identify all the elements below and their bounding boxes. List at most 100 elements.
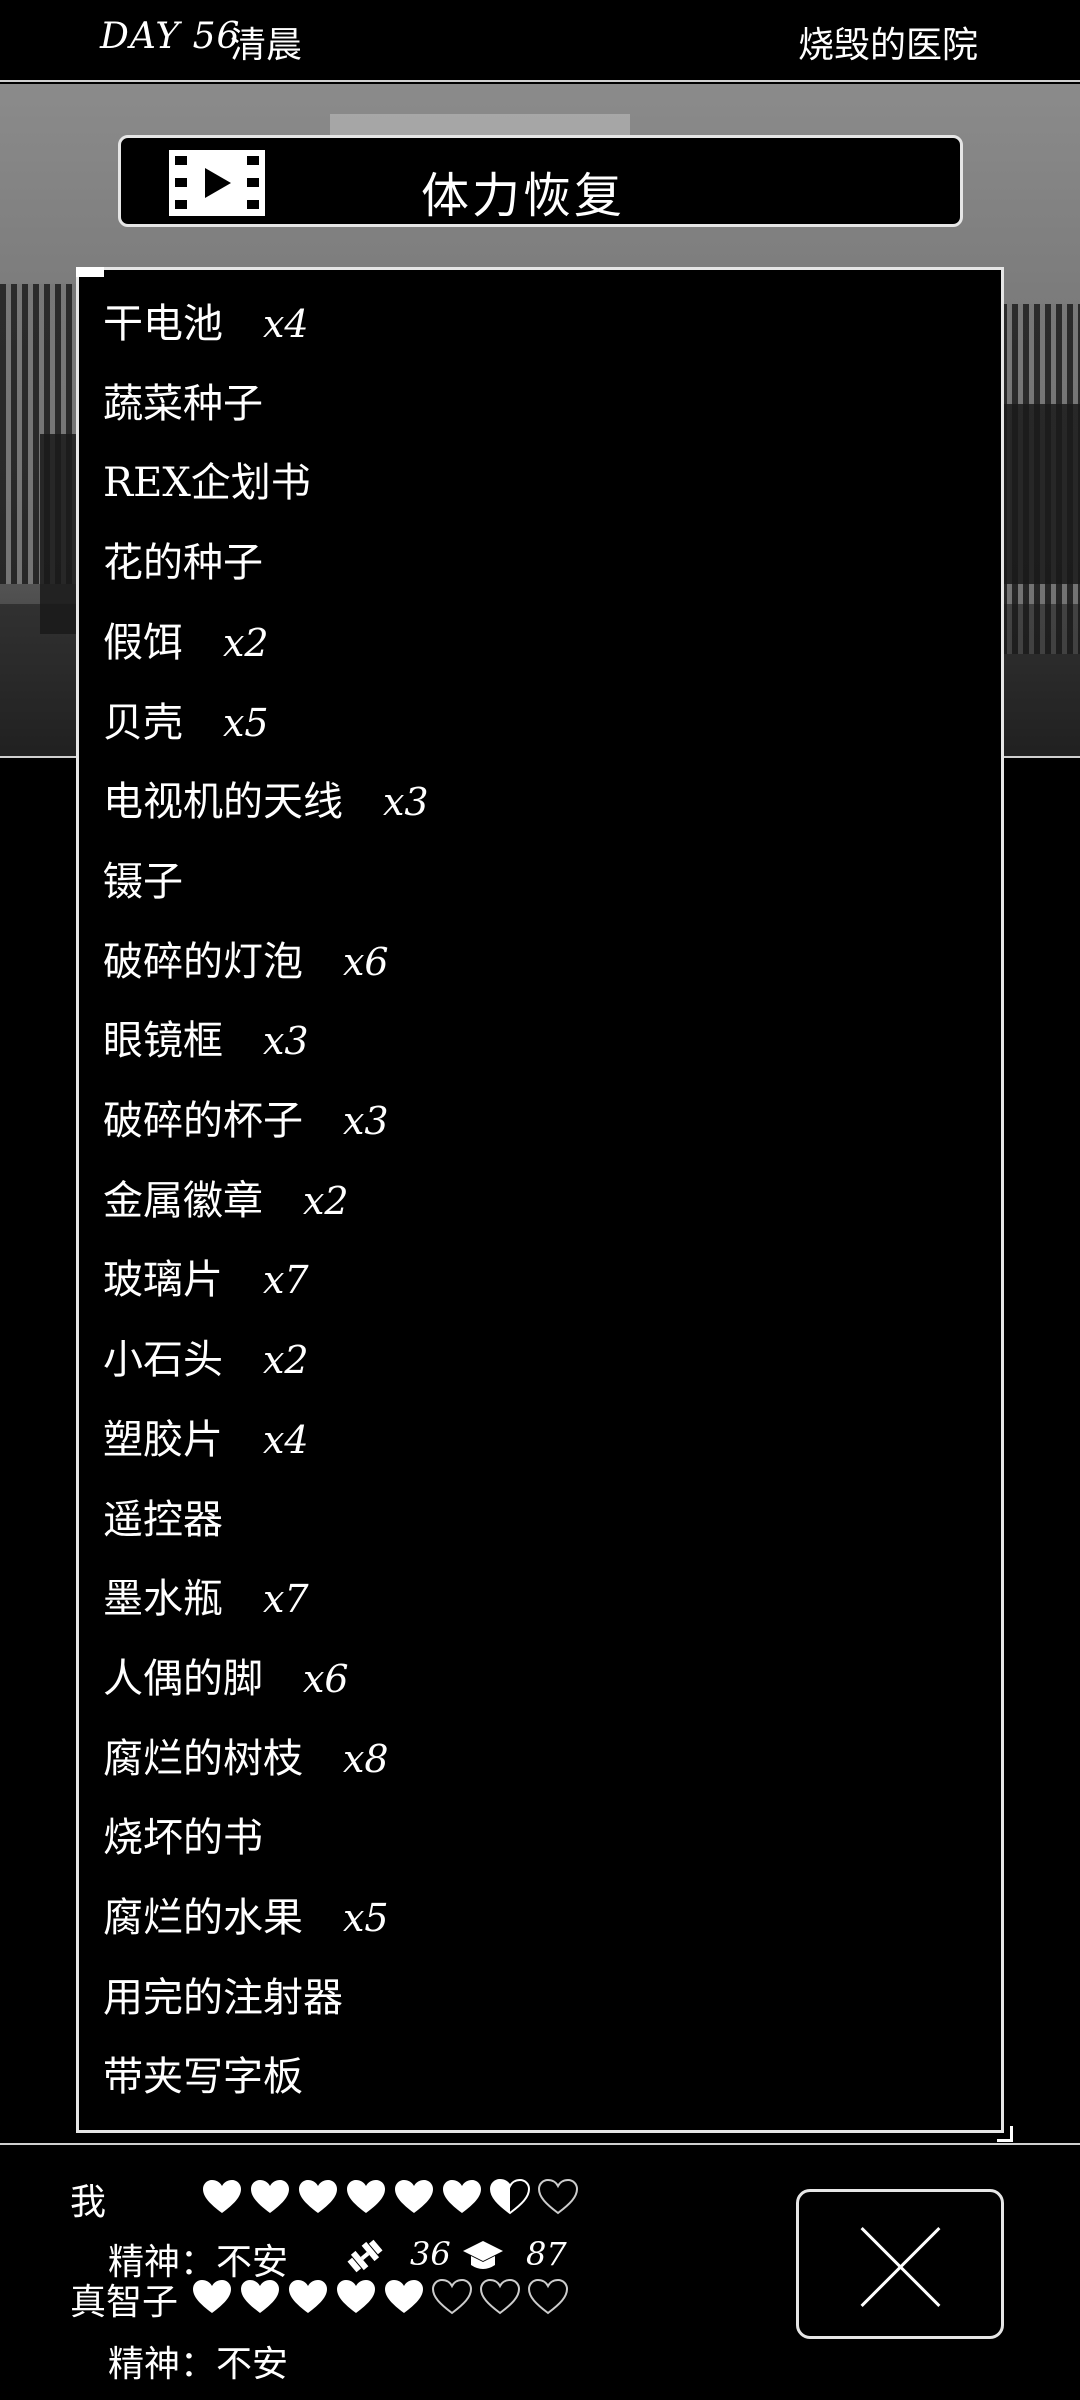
item-quantity: x8 xyxy=(343,1736,389,1781)
item-name: 人偶的脚 xyxy=(103,1655,263,1702)
list-item[interactable]: 小石头 x2 xyxy=(103,1330,309,1390)
item-name: 蔬菜种子 xyxy=(103,380,263,427)
heart-icon xyxy=(395,2180,433,2213)
item-quantity: x7 xyxy=(263,1577,309,1622)
item-quantity: x7 xyxy=(263,1258,309,1303)
item-name: 墨水瓶 xyxy=(103,1576,223,1623)
panel-corner-decoration xyxy=(76,267,104,277)
companion-name: 真智子 xyxy=(70,2282,179,2323)
intellect-value: 87 xyxy=(526,2235,567,2273)
list-item[interactable]: 腐烂的树枝 x8 xyxy=(103,1729,389,1789)
item-name: 腐烂的树枝 xyxy=(103,1735,303,1782)
item-name: 小石头 xyxy=(103,1337,223,1384)
item-quantity: x2 xyxy=(303,1178,349,1223)
list-item[interactable]: 玻璃片 x7 xyxy=(103,1250,309,1310)
graduation-cap-icon xyxy=(463,2241,503,2269)
companion-health-hearts xyxy=(192,2279,568,2319)
list-item[interactable]: 遥控器 xyxy=(103,1490,223,1550)
item-name: 塑胶片 xyxy=(103,1416,223,1463)
strength-value: 36 xyxy=(410,2235,451,2273)
dumbbell-icon xyxy=(347,2239,383,2273)
item-name: 眼镜框 xyxy=(103,1018,223,1065)
item-list-panel: 干电池 x4 蔬菜种子 REX企划书 花的种子 假饵 x2 贝壳 x5 电视机的天线 x3 镊子 破碎的… xyxy=(76,267,1013,2142)
day-counter: DAY 56 xyxy=(100,16,241,57)
heart-icon xyxy=(432,2279,472,2315)
list-item[interactable]: 金属徽章 x2 xyxy=(103,1171,349,1231)
item-name: 破碎的灯泡 xyxy=(103,938,303,985)
list-item[interactable]: 贝壳 x5 xyxy=(103,693,269,753)
list-item[interactable]: 蔬菜种子 xyxy=(103,374,263,434)
item-quantity: x3 xyxy=(343,1099,389,1143)
item-name: 花的种子 xyxy=(103,540,263,587)
location-name: 烧毁的医院 xyxy=(797,25,978,66)
item-name: 烧坏的书 xyxy=(103,1815,263,1862)
list-item[interactable]: 用完的注射器 xyxy=(103,1968,343,2028)
item-name: REX企划书 xyxy=(103,460,311,507)
video-play-icon[interactable] xyxy=(169,150,265,216)
item-name: 金属徽章 xyxy=(103,1177,263,1224)
top-bar: DAY 56 清晨 烧毁的医院 xyxy=(0,0,1080,82)
item-name: 电视机的天线 xyxy=(103,779,343,826)
panel-title: 体力恢复 xyxy=(421,168,626,224)
heart-icon xyxy=(203,2180,241,2213)
list-item[interactable]: 电视机的天线 x3 xyxy=(103,772,429,832)
companion-mind-label: 精神： xyxy=(108,2344,217,2385)
item-quantity: x3 xyxy=(263,1019,309,1064)
item-quantity: x6 xyxy=(343,939,389,984)
list-item[interactable]: 人偶的脚 x6 xyxy=(103,1649,349,1709)
item-name: 贝壳 xyxy=(103,699,183,746)
item-quantity: x6 xyxy=(303,1656,349,1701)
heart-icon xyxy=(538,2179,578,2215)
item-name: 破碎的杯子 xyxy=(103,1098,303,1144)
item-name: 腐烂的水果 xyxy=(103,1895,303,1941)
list-item[interactable]: 干电池 x4 xyxy=(103,294,309,354)
list-item[interactable]: REX企划书 xyxy=(103,453,311,513)
item-quantity: x2 xyxy=(223,620,269,665)
item-name: 镊子 xyxy=(103,858,183,905)
status-bar: 我 精神： 不安 36 87 真智子 精神： 不安 xyxy=(0,2143,1080,2400)
list-item[interactable]: 带夹写字板 xyxy=(103,2047,303,2107)
companion-mind-value: 不安 xyxy=(216,2344,289,2385)
item-name: 干电池 xyxy=(103,301,223,347)
list-item[interactable]: 破碎的灯泡 x6 xyxy=(103,932,389,992)
list-item[interactable]: 腐烂的水果 x5 xyxy=(103,1888,389,1948)
list-item[interactable]: 塑胶片 x4 xyxy=(103,1410,309,1470)
heart-icon xyxy=(193,2280,231,2313)
heart-icon xyxy=(480,2279,520,2315)
player-name: 我 xyxy=(70,2182,107,2223)
heart-icon xyxy=(251,2180,289,2213)
list-item[interactable]: 破碎的杯子 x3 xyxy=(103,1091,389,1151)
title-bar: 体力恢复 xyxy=(118,135,963,227)
heart-icon xyxy=(443,2180,481,2213)
heart-icon xyxy=(385,2280,423,2313)
item-quantity: x3 xyxy=(383,780,429,825)
list-item[interactable]: 烧坏的书 xyxy=(103,1808,263,1868)
item-quantity: x5 xyxy=(343,1896,389,1940)
heart-icon xyxy=(490,2179,530,2215)
list-item[interactable]: 镊子 xyxy=(103,852,183,912)
heart-icon xyxy=(241,2280,279,2313)
player-mind-value: 不安 xyxy=(216,2242,289,2283)
item-quantity: x4 xyxy=(263,302,309,346)
heart-icon xyxy=(528,2279,568,2315)
item-quantity: x2 xyxy=(263,1338,309,1383)
heart-icon xyxy=(299,2180,337,2213)
item-name: 假饵 xyxy=(103,619,183,666)
list-item[interactable]: 墨水瓶 x7 xyxy=(103,1569,309,1629)
time-of-day: 清晨 xyxy=(230,25,303,66)
list-item[interactable]: 假饵 x2 xyxy=(103,613,269,673)
item-name: 带夹写字板 xyxy=(103,2054,303,2101)
heart-icon xyxy=(347,2180,385,2213)
player-health-hearts xyxy=(202,2179,578,2219)
item-quantity: x5 xyxy=(223,700,269,745)
list-item[interactable]: 眼镜框 x3 xyxy=(103,1011,309,1071)
close-button[interactable] xyxy=(796,2189,1004,2339)
item-name: 用完的注射器 xyxy=(103,1974,343,2021)
panel-corner-decoration xyxy=(997,2126,1013,2142)
heart-icon xyxy=(289,2280,327,2313)
list-item[interactable]: 花的种子 xyxy=(103,533,263,593)
item-name: 玻璃片 xyxy=(103,1257,223,1304)
item-quantity: x4 xyxy=(263,1417,309,1462)
item-name: 遥控器 xyxy=(103,1496,223,1543)
heart-icon xyxy=(337,2280,375,2313)
